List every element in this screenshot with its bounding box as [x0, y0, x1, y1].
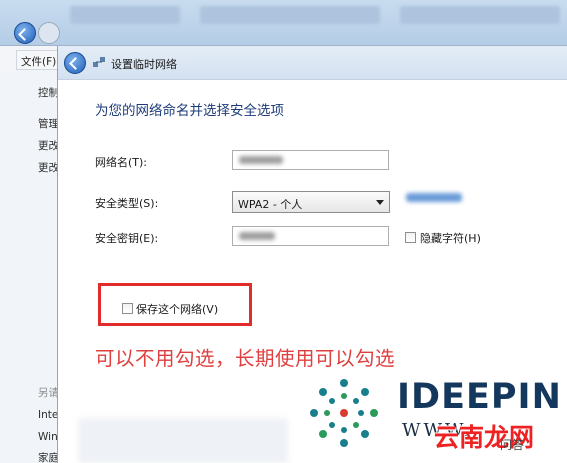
security-type-label: 安全类型(S):: [95, 197, 159, 210]
blurred-area: [78, 418, 288, 463]
security-type-select[interactable]: WPA2 - 个人: [232, 191, 390, 213]
network-name-field[interactable]: [232, 150, 389, 170]
network-icon: [93, 57, 105, 67]
save-network-label: 保存这个网络(V): [136, 303, 219, 316]
blurred-value: [239, 232, 275, 240]
network-name-label: 网络名(T):: [95, 156, 148, 169]
explorer-forward-icon[interactable]: [38, 22, 60, 44]
hide-chars-checkbox[interactable]: [405, 232, 416, 243]
blurred-tab: [200, 6, 380, 24]
security-type-value: WPA2 - 个人: [238, 198, 303, 211]
blurred-tab: [70, 6, 180, 24]
dialog-heading: 为您的网络命名并选择安全选项: [95, 103, 284, 119]
watermark-small-text: 问答: [500, 438, 525, 452]
blurred-tab: [400, 6, 560, 24]
security-key-field[interactable]: [232, 226, 389, 246]
annotation-text: 可以不用勾选，长期使用可以勾选: [95, 347, 396, 370]
help-link[interactable]: [406, 193, 462, 202]
dialog-title: 设置临时网络: [111, 58, 177, 71]
chevron-down-icon: [376, 200, 384, 205]
watermark-brand: IDEEPIN: [397, 377, 562, 417]
back-arrow-icon[interactable]: [64, 52, 86, 74]
save-network-checkbox[interactable]: [122, 303, 133, 314]
security-key-label: 安全密钥(E):: [95, 232, 159, 245]
blurred-value: [239, 156, 283, 164]
dialog-header: 设置临时网络: [58, 46, 567, 80]
ideepin-logo-icon: [310, 379, 378, 447]
hide-chars-label: 隐藏字符(H): [420, 232, 481, 245]
explorer-titlebar: [0, 0, 567, 46]
explorer-back-icon[interactable]: [14, 22, 36, 44]
menu-file[interactable]: 文件(F): [21, 54, 56, 69]
